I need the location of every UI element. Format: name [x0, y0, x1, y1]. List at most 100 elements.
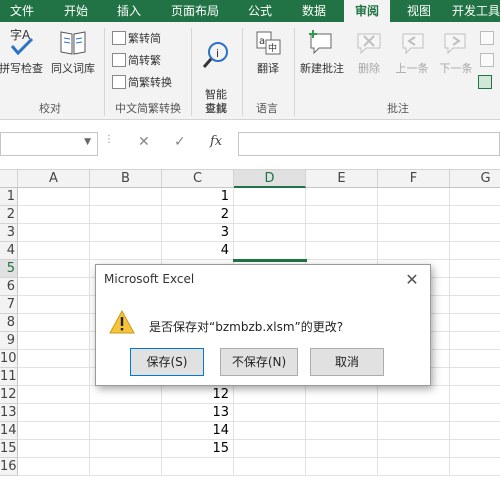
row-header[interactable]: 13 — [0, 404, 18, 422]
cell[interactable] — [234, 458, 306, 476]
formula-input[interactable] — [238, 132, 500, 156]
cell[interactable] — [90, 404, 162, 422]
cell[interactable] — [18, 368, 90, 386]
cell[interactable] — [90, 440, 162, 458]
spell-check-button[interactable]: 字A 拼写检查 — [0, 26, 46, 76]
translate-button[interactable]: a 中 翻译 — [246, 26, 290, 76]
column-header-f[interactable]: F — [378, 170, 450, 188]
cell[interactable] — [306, 458, 378, 476]
cell[interactable] — [450, 404, 500, 422]
tab-review[interactable]: 审阅 — [344, 0, 390, 22]
column-header-e[interactable]: E — [306, 170, 378, 188]
row-header[interactable]: 2 — [0, 206, 18, 224]
cell[interactable] — [234, 422, 306, 440]
tab-view[interactable]: 视图 — [394, 0, 444, 22]
cell[interactable] — [306, 440, 378, 458]
cell[interactable] — [306, 242, 378, 260]
cell[interactable] — [450, 422, 500, 440]
cell[interactable] — [162, 458, 234, 476]
cell[interactable] — [378, 404, 450, 422]
tab-file[interactable]: 文件 — [0, 0, 44, 22]
cell[interactable]: 14 — [162, 422, 234, 440]
cell[interactable] — [18, 224, 90, 242]
to-traditional-button[interactable]: 繁转简 — [112, 30, 161, 48]
cell[interactable] — [18, 350, 90, 368]
cell[interactable] — [18, 296, 90, 314]
new-comment-button[interactable]: 新建批注 — [296, 26, 348, 76]
cell[interactable] — [378, 188, 450, 206]
column-header-g[interactable]: G — [450, 170, 500, 188]
row-header[interactable]: 12 — [0, 386, 18, 404]
cell[interactable] — [306, 188, 378, 206]
convert-chinese-button[interactable]: 简繁转换 — [112, 74, 172, 92]
cell[interactable] — [450, 278, 500, 296]
next-comment-button[interactable]: 下一条 — [434, 26, 478, 76]
name-box[interactable]: ▼ — [0, 132, 98, 156]
column-header-b[interactable]: B — [90, 170, 162, 188]
cell[interactable]: 12 — [162, 386, 234, 404]
tab-home[interactable]: 开始 — [52, 0, 100, 22]
cell[interactable] — [18, 440, 90, 458]
column-header-c[interactable]: C — [162, 170, 234, 188]
row-header[interactable]: 15 — [0, 440, 18, 458]
show-ink-button[interactable] — [478, 74, 500, 92]
cell[interactable] — [378, 224, 450, 242]
previous-comment-button[interactable]: 上一条 — [390, 26, 434, 76]
cell[interactable] — [378, 242, 450, 260]
cell[interactable] — [450, 314, 500, 332]
cell[interactable] — [90, 224, 162, 242]
cell[interactable] — [234, 206, 306, 224]
cell[interactable] — [450, 386, 500, 404]
cell[interactable] — [90, 422, 162, 440]
cell[interactable]: 13 — [162, 404, 234, 422]
row-header[interactable]: 5 — [0, 260, 18, 278]
row-header[interactable]: 3 — [0, 224, 18, 242]
cell[interactable] — [306, 206, 378, 224]
cell[interactable] — [450, 206, 500, 224]
cell[interactable] — [234, 224, 306, 242]
cell[interactable] — [378, 458, 450, 476]
cell[interactable] — [90, 458, 162, 476]
cell[interactable] — [450, 224, 500, 242]
cell[interactable] — [378, 206, 450, 224]
cell[interactable] — [18, 422, 90, 440]
tab-data[interactable]: 数据 — [290, 0, 338, 22]
cell[interactable] — [90, 242, 162, 260]
cell[interactable] — [90, 386, 162, 404]
cell[interactable] — [306, 422, 378, 440]
save-button[interactable]: 保存(S) — [130, 348, 204, 376]
close-icon[interactable]: ✕ — [402, 270, 422, 290]
row-header[interactable]: 6 — [0, 278, 18, 296]
column-header-a[interactable]: A — [18, 170, 90, 188]
cell[interactable] — [450, 440, 500, 458]
tab-developer[interactable]: 开发工具 — [452, 0, 500, 22]
cell[interactable] — [18, 332, 90, 350]
row-header[interactable]: 7 — [0, 296, 18, 314]
cell[interactable] — [18, 314, 90, 332]
cell[interactable] — [306, 224, 378, 242]
cell[interactable] — [234, 188, 306, 206]
cell[interactable] — [18, 278, 90, 296]
show-all-comments-button[interactable] — [480, 52, 500, 70]
cell[interactable]: 1 — [162, 188, 234, 206]
cell[interactable] — [450, 350, 500, 368]
tab-insert[interactable]: 插入 — [104, 0, 154, 22]
cell[interactable] — [306, 386, 378, 404]
cell[interactable] — [450, 188, 500, 206]
cell[interactable] — [18, 260, 90, 278]
cell[interactable] — [90, 188, 162, 206]
confirm-icon[interactable]: ✓ — [174, 134, 186, 150]
row-header[interactable]: 1 — [0, 188, 18, 206]
cell[interactable] — [378, 422, 450, 440]
row-header[interactable]: 4 — [0, 242, 18, 260]
row-header[interactable]: 14 — [0, 422, 18, 440]
tab-formulas[interactable]: 公式 — [236, 0, 284, 22]
cell[interactable] — [378, 440, 450, 458]
cancel-icon[interactable]: ✕ — [138, 134, 150, 150]
cell[interactable] — [18, 386, 90, 404]
select-all-corner[interactable] — [0, 170, 18, 188]
cell[interactable] — [450, 242, 500, 260]
thesaurus-button[interactable]: 同义词库 — [46, 26, 100, 76]
cell[interactable] — [450, 260, 500, 278]
row-header[interactable]: 9 — [0, 332, 18, 350]
